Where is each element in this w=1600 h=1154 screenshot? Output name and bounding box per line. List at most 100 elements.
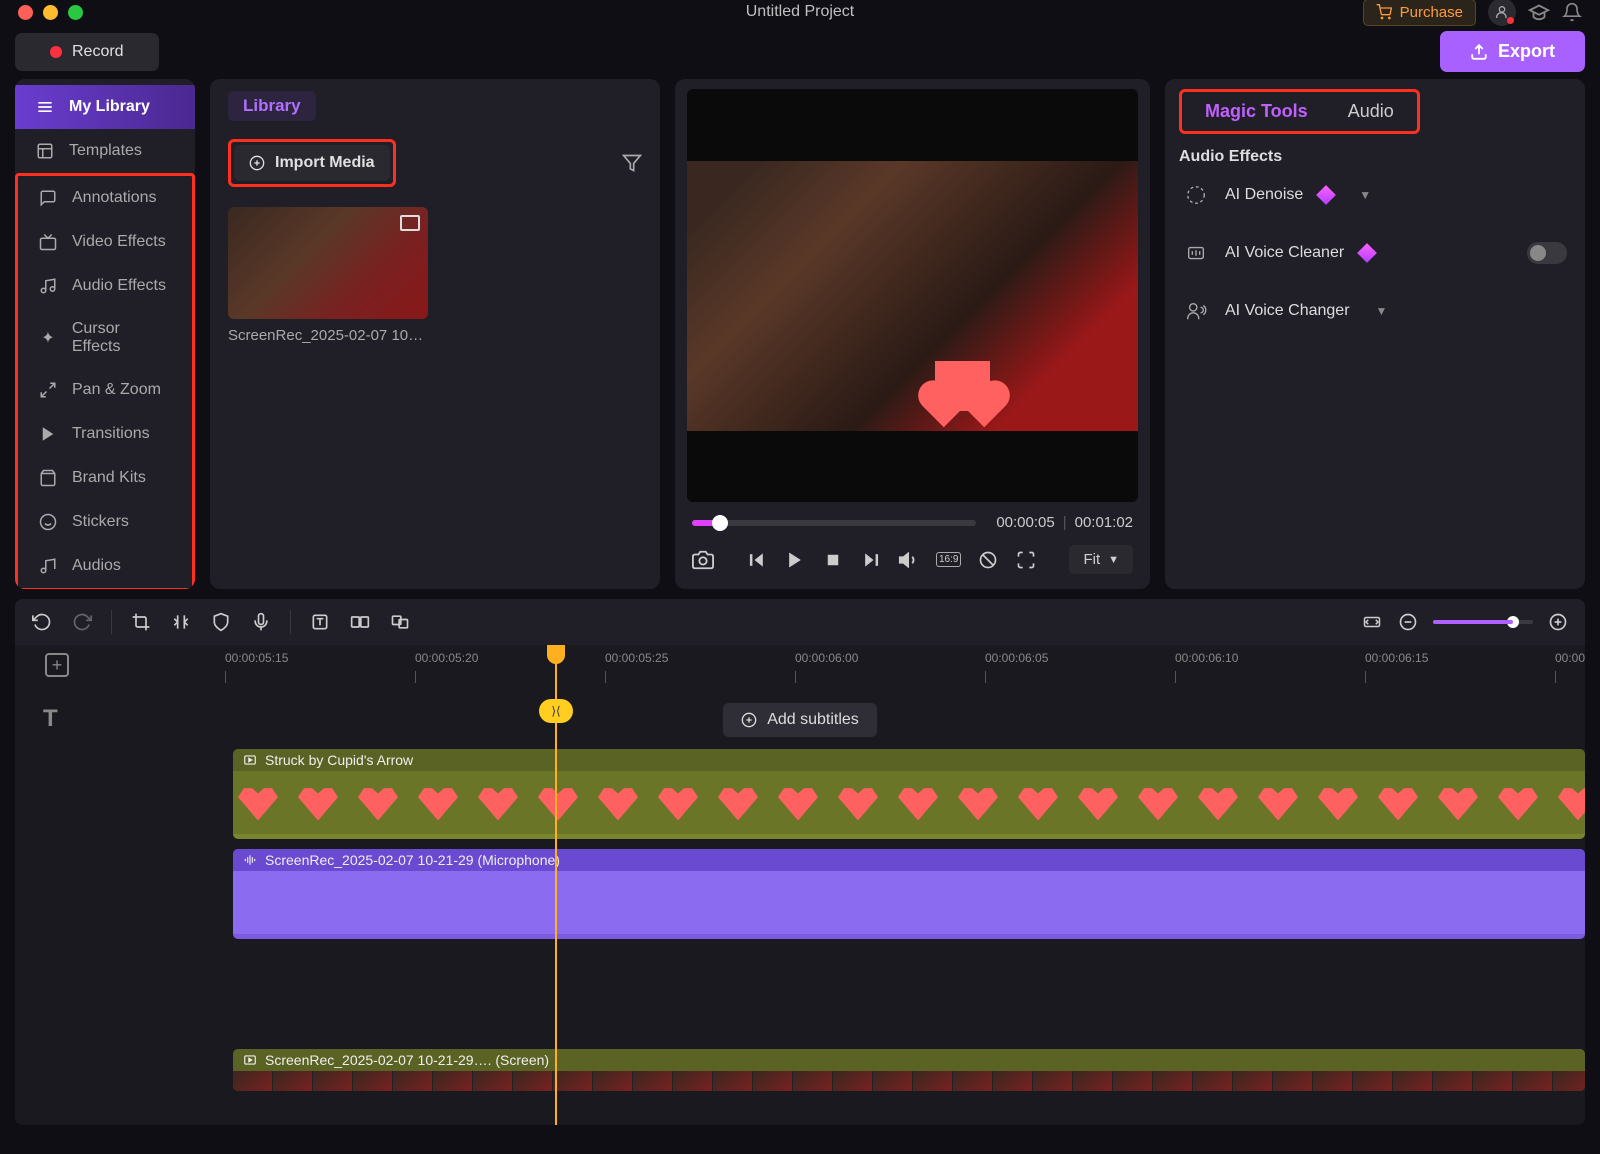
fit-dropdown[interactable]: Fit ▼ (1069, 545, 1133, 574)
clip-microphone[interactable]: ScreenRec_2025-02-07 10-21-29 (Microphon… (233, 849, 1585, 939)
crop-button[interactable] (130, 611, 152, 633)
pan-zoom-icon (38, 380, 58, 400)
stop-icon (824, 551, 842, 569)
redo-button[interactable] (71, 611, 93, 633)
clip-cupid[interactable]: Struck by Cupid's Arrow (233, 749, 1585, 839)
timeline[interactable]: + T 00:00:05:15 00:00:05:20 00:00:05:25 … (15, 645, 1585, 1125)
preview-viewport[interactable] (687, 89, 1138, 502)
section-title: Audio Effects (1179, 148, 1571, 166)
sidebar-item-templates[interactable]: Templates (15, 129, 195, 173)
media-item[interactable]: ScreenRec_2025-02-07 10-… (228, 207, 428, 344)
mic-icon (251, 612, 271, 632)
next-frame-button[interactable] (860, 549, 882, 571)
sidebar-item-transitions[interactable]: Transitions (18, 412, 192, 456)
snap-button[interactable] (349, 611, 371, 633)
notifications-button[interactable] (1562, 2, 1582, 22)
sidebar-item-my-library[interactable]: My Library (15, 85, 195, 129)
fit-timeline-button[interactable] (1361, 611, 1383, 633)
add-track-button[interactable]: + (45, 653, 69, 677)
fullscreen-button[interactable] (1015, 549, 1037, 571)
shield-icon (211, 612, 231, 632)
window-maximize[interactable] (68, 5, 83, 20)
library-tab[interactable]: Library (228, 91, 316, 121)
brand-kits-icon (38, 468, 58, 488)
tab-audio[interactable]: Audio (1328, 95, 1414, 128)
group-button[interactable] (389, 611, 411, 633)
add-subtitles-button[interactable]: Add subtitles (723, 703, 877, 737)
timeline-toolbar (15, 599, 1585, 645)
fit-width-icon (1361, 613, 1383, 631)
academy-button[interactable] (1528, 1, 1550, 23)
sidebar-item-pan-zoom[interactable]: Pan & Zoom (18, 368, 192, 412)
effect-ai-denoise[interactable]: AI Denoise ▼ (1179, 166, 1571, 224)
clip-icon (243, 753, 257, 767)
text-button[interactable] (309, 611, 331, 633)
plus-circle-icon (249, 155, 265, 171)
sidebar-item-cursor-effects[interactable]: ✦ Cursor Effects (18, 308, 192, 368)
playhead[interactable]: ⟩⟨ (555, 645, 557, 1125)
filter-button[interactable] (622, 153, 642, 173)
aspect-button[interactable]: 16:9 (936, 552, 961, 567)
properties-panel: Magic Tools Audio Audio Effects AI Denoi… (1165, 79, 1585, 589)
snapshot-button[interactable] (692, 549, 714, 571)
play-button[interactable] (784, 549, 806, 571)
zoom-out-icon (1398, 612, 1418, 632)
undo-button[interactable] (31, 611, 53, 633)
stickers-icon (38, 512, 58, 532)
prev-frame-button[interactable] (746, 549, 768, 571)
sidebar-item-brand-kits[interactable]: Brand Kits (18, 456, 192, 500)
titlebar: Untitled Project Purchase (0, 0, 1600, 24)
voice-cleaner-toggle[interactable] (1527, 242, 1567, 264)
premium-badge-icon (1316, 185, 1336, 205)
export-button[interactable]: Export (1440, 31, 1585, 72)
audios-icon (38, 556, 58, 576)
seekbar[interactable]: 00:00:05|00:01:02 (692, 514, 1133, 531)
tab-magic-tools[interactable]: Magic Tools (1185, 95, 1328, 128)
effect-ai-voice-changer[interactable]: AI Voice Changer ▼ (1179, 282, 1571, 340)
annotations-icon (38, 188, 58, 208)
camera-icon (692, 549, 714, 571)
zoom-slider[interactable] (1433, 620, 1533, 624)
stop-button[interactable] (822, 549, 844, 571)
import-media-button[interactable]: Import Media (234, 145, 390, 181)
sidebar-item-audios[interactable]: Audios (18, 544, 192, 588)
media-thumbnail (228, 207, 428, 319)
text-track-indicator[interactable]: T (43, 705, 58, 733)
redo-icon (72, 612, 92, 632)
chevron-down-icon: ▼ (1359, 188, 1371, 202)
sidebar-item-stickers[interactable]: Stickers (18, 500, 192, 544)
text-icon (310, 612, 330, 632)
volume-button[interactable] (898, 549, 920, 571)
premium-badge-icon (1357, 243, 1377, 263)
sidebar-item-annotations[interactable]: Annotations (18, 176, 192, 220)
project-title: Untitled Project (746, 3, 855, 21)
purchase-button[interactable]: Purchase (1363, 0, 1476, 26)
export-icon (1470, 43, 1488, 61)
marker-button[interactable] (210, 611, 232, 633)
templates-icon (35, 141, 55, 161)
grid-button[interactable] (977, 549, 999, 571)
voiceover-button[interactable] (250, 611, 272, 633)
sidebar-item-audio-effects[interactable]: Audio Effects (18, 264, 192, 308)
media-name: ScreenRec_2025-02-07 10-… (228, 327, 428, 344)
zoom-out-button[interactable] (1397, 611, 1419, 633)
split-handle-icon[interactable]: ⟩⟨ (539, 699, 573, 723)
clip-screen[interactable]: ScreenRec_2025-02-07 10-21-29…. (Screen) (233, 1049, 1585, 1091)
zoom-in-button[interactable] (1547, 611, 1569, 633)
video-effects-icon (38, 232, 58, 252)
crop-icon (131, 612, 151, 632)
main-toolbar: Record Export (0, 24, 1600, 79)
split-button[interactable] (170, 611, 192, 633)
cursor-effects-icon: ✦ (38, 328, 58, 348)
cart-icon (1376, 4, 1392, 20)
account-button[interactable] (1488, 0, 1516, 26)
preview-panel: 00:00:05|00:01:02 16:9 Fit ▼ (675, 79, 1150, 589)
timeline-ruler[interactable]: 00:00:05:15 00:00:05:20 00:00:05:25 00:0… (15, 645, 1585, 685)
record-button[interactable]: Record (15, 33, 159, 71)
track-row-03: 03 ScreenRec_2025-02-07 10-21-29 (Microp… (15, 845, 1585, 945)
chevron-down-icon: ▼ (1376, 304, 1388, 318)
chevron-down-icon: ▼ (1108, 554, 1119, 566)
window-minimize[interactable] (43, 5, 58, 20)
sidebar-item-video-effects[interactable]: Video Effects (18, 220, 192, 264)
window-close[interactable] (18, 5, 33, 20)
